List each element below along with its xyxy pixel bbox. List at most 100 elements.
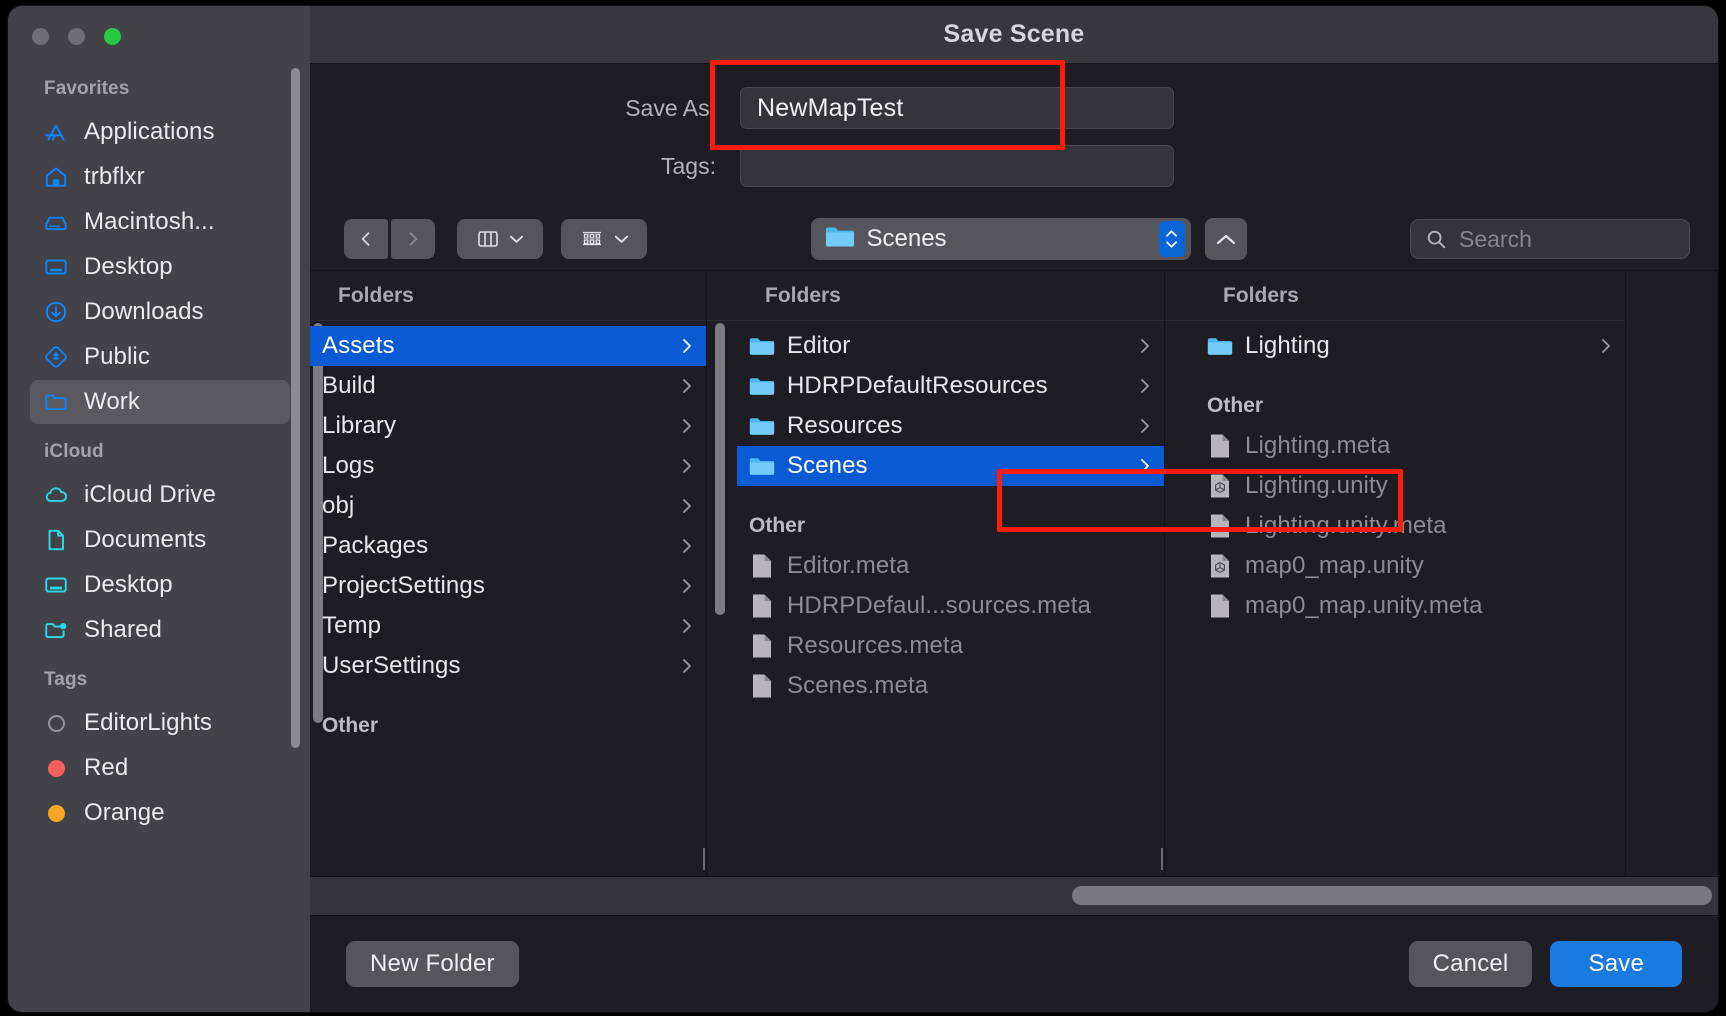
chevron-down-icon <box>509 235 524 243</box>
list-item[interactable]: Build <box>310 366 706 406</box>
sidebar-scroll-area[interactable]: Favorites Applications trbflxr Macintosh… <box>8 62 310 1012</box>
list-item[interactable]: Logs <box>310 446 706 486</box>
column-resize-grip[interactable] <box>1157 846 1164 872</box>
file-icon <box>749 673 775 699</box>
list-item[interactable]: Scenes.meta <box>737 666 1164 706</box>
list-item[interactable]: Packages <box>310 526 706 566</box>
chevron-left-icon <box>361 232 370 246</box>
cancel-button[interactable]: Cancel <box>1408 941 1533 987</box>
list-item[interactable]: UserSettings <box>310 646 706 686</box>
list-item[interactable]: Resources <box>737 406 1164 446</box>
scrollbar-thumb[interactable] <box>1072 886 1712 905</box>
list-item[interactable]: Resources.meta <box>737 626 1164 666</box>
forward-button[interactable] <box>391 219 435 259</box>
browser-horizontal-scrollbar[interactable] <box>310 876 1718 916</box>
dialog-main: Save Scene Save As: NewMapTest Tags: Sce… <box>310 6 1718 1012</box>
minimize-button[interactable] <box>68 28 85 45</box>
browser-column-2: Folders Editor HDRPDefaultResources Reso… <box>707 271 1165 876</box>
close-button[interactable] <box>32 28 49 45</box>
folder-glyph <box>825 227 854 246</box>
sidebar-scrollbar[interactable] <box>291 68 300 748</box>
list-item-scenes[interactable]: Scenes <box>737 446 1164 486</box>
sidebar-item-desktop[interactable]: Desktop <box>30 245 290 289</box>
group-by-button[interactable] <box>561 219 647 259</box>
column-body[interactable]: Assets Build Library Logs obj Packages P… <box>310 321 706 876</box>
back-button[interactable] <box>344 219 388 259</box>
chevron-right-icon <box>680 457 694 475</box>
list-item[interactable]: Editor.meta <box>737 546 1164 586</box>
list-item[interactable]: Temp <box>310 606 706 646</box>
list-item[interactable]: obj <box>310 486 706 526</box>
item-label: Resources <box>787 412 903 439</box>
list-item[interactable]: Library <box>310 406 706 446</box>
sidebar-item-desktop-icloud[interactable]: Desktop <box>30 563 290 607</box>
sidebar-item-public[interactable]: Public <box>30 335 290 379</box>
list-item[interactable]: ProjectSettings <box>310 566 706 606</box>
sidebar-item-documents[interactable]: Documents <box>30 518 290 562</box>
column-subheader-other: Other <box>1207 394 1264 417</box>
current-folder-popup[interactable]: Scenes <box>810 218 1191 260</box>
new-folder-button[interactable]: New Folder <box>346 941 519 987</box>
tags-input[interactable] <box>740 145 1174 187</box>
search-placeholder: Search <box>1459 225 1532 252</box>
screenshot-root: Favorites Applications trbflxr Macintosh… <box>0 0 1726 1016</box>
item-label: obj <box>322 492 355 519</box>
list-item[interactable]: Lighting.unity <box>1195 466 1625 506</box>
cloud-icon <box>42 481 70 509</box>
column-body[interactable]: Lighting Other Lighting.meta Lighting.un… <box>1165 321 1625 876</box>
sidebar-item-applications[interactable]: Applications <box>30 110 290 154</box>
item-label: Editor <box>787 332 851 359</box>
list-item[interactable]: Lighting <box>1195 326 1625 366</box>
list-item[interactable]: map0_map.unity.meta <box>1195 586 1625 626</box>
sidebar-item-label: Documents <box>84 526 207 553</box>
list-item[interactable]: HDRPDefaultResources <box>737 366 1164 406</box>
page-title: Save Scene <box>943 20 1085 48</box>
sidebar-item-macintosh-hd[interactable]: Macintosh... <box>30 200 290 244</box>
chevron-right-icon <box>1599 337 1613 355</box>
save-as-input[interactable]: NewMapTest <box>740 87 1174 129</box>
tags-row: Tags: <box>310 144 1718 188</box>
folder-icon <box>825 225 855 254</box>
column-body[interactable]: Editor HDRPDefaultResources Resources Sc… <box>707 321 1164 876</box>
sidebar-item-tag-red[interactable]: Red <box>30 746 290 790</box>
column-view-icon <box>478 231 498 247</box>
window-controls <box>8 6 310 45</box>
sidebar-item-trbflxr[interactable]: trbflxr <box>30 155 290 199</box>
list-item[interactable]: Editor <box>737 326 1164 366</box>
up-down-stepper-icon[interactable] <box>1158 221 1185 257</box>
sidebar-item-label: EditorLights <box>84 709 212 736</box>
item-label: HDRPDefaul...sources.meta <box>787 592 1091 619</box>
item-label: Library <box>322 412 397 439</box>
column-2-scrollbar[interactable] <box>715 323 725 615</box>
list-item[interactable]: map0_map.unity <box>1195 546 1625 586</box>
save-button[interactable]: Save <box>1550 941 1682 987</box>
list-item[interactable]: HDRPDefaul...sources.meta <box>737 586 1164 626</box>
view-mode-button[interactable] <box>457 219 543 259</box>
list-item[interactable]: Assets <box>310 326 706 366</box>
item-label: Temp <box>322 612 382 639</box>
sidebar-item-label: Orange <box>84 799 165 826</box>
sidebar-item-tag-editorlights[interactable]: EditorLights <box>30 701 290 745</box>
item-label: ProjectSettings <box>322 572 485 599</box>
zoom-button[interactable] <box>104 28 121 45</box>
column-resize-grip[interactable] <box>699 846 706 872</box>
search-field[interactable]: Search <box>1410 219 1690 259</box>
list-item[interactable]: Lighting.meta <box>1195 426 1625 466</box>
sidebar-item-label: Shared <box>84 616 162 643</box>
sidebar-item-work[interactable]: Work <box>30 380 290 424</box>
sidebar-item-shared[interactable]: Shared <box>30 608 290 652</box>
footer-actions: Cancel Save <box>1408 941 1682 987</box>
column-header: Folders <box>707 271 1164 321</box>
sidebar-item-downloads[interactable]: Downloads <box>30 290 290 334</box>
list-item[interactable]: Lighting.unity.meta <box>1195 506 1625 546</box>
chevron-right-icon <box>1138 417 1152 435</box>
chevron-right-icon <box>1138 457 1152 475</box>
tag-dot-orange-icon <box>42 799 70 827</box>
document-icon <box>42 526 70 554</box>
browser-column-4[interactable] <box>1626 271 1718 876</box>
sidebar-item-icloud-drive[interactable]: iCloud Drive <box>30 473 290 517</box>
folder-icon <box>42 388 70 416</box>
sidebar-item-tag-orange[interactable]: Orange <box>30 791 290 835</box>
go-up-button[interactable] <box>1204 218 1247 260</box>
path-controls: Scenes <box>810 218 1247 260</box>
